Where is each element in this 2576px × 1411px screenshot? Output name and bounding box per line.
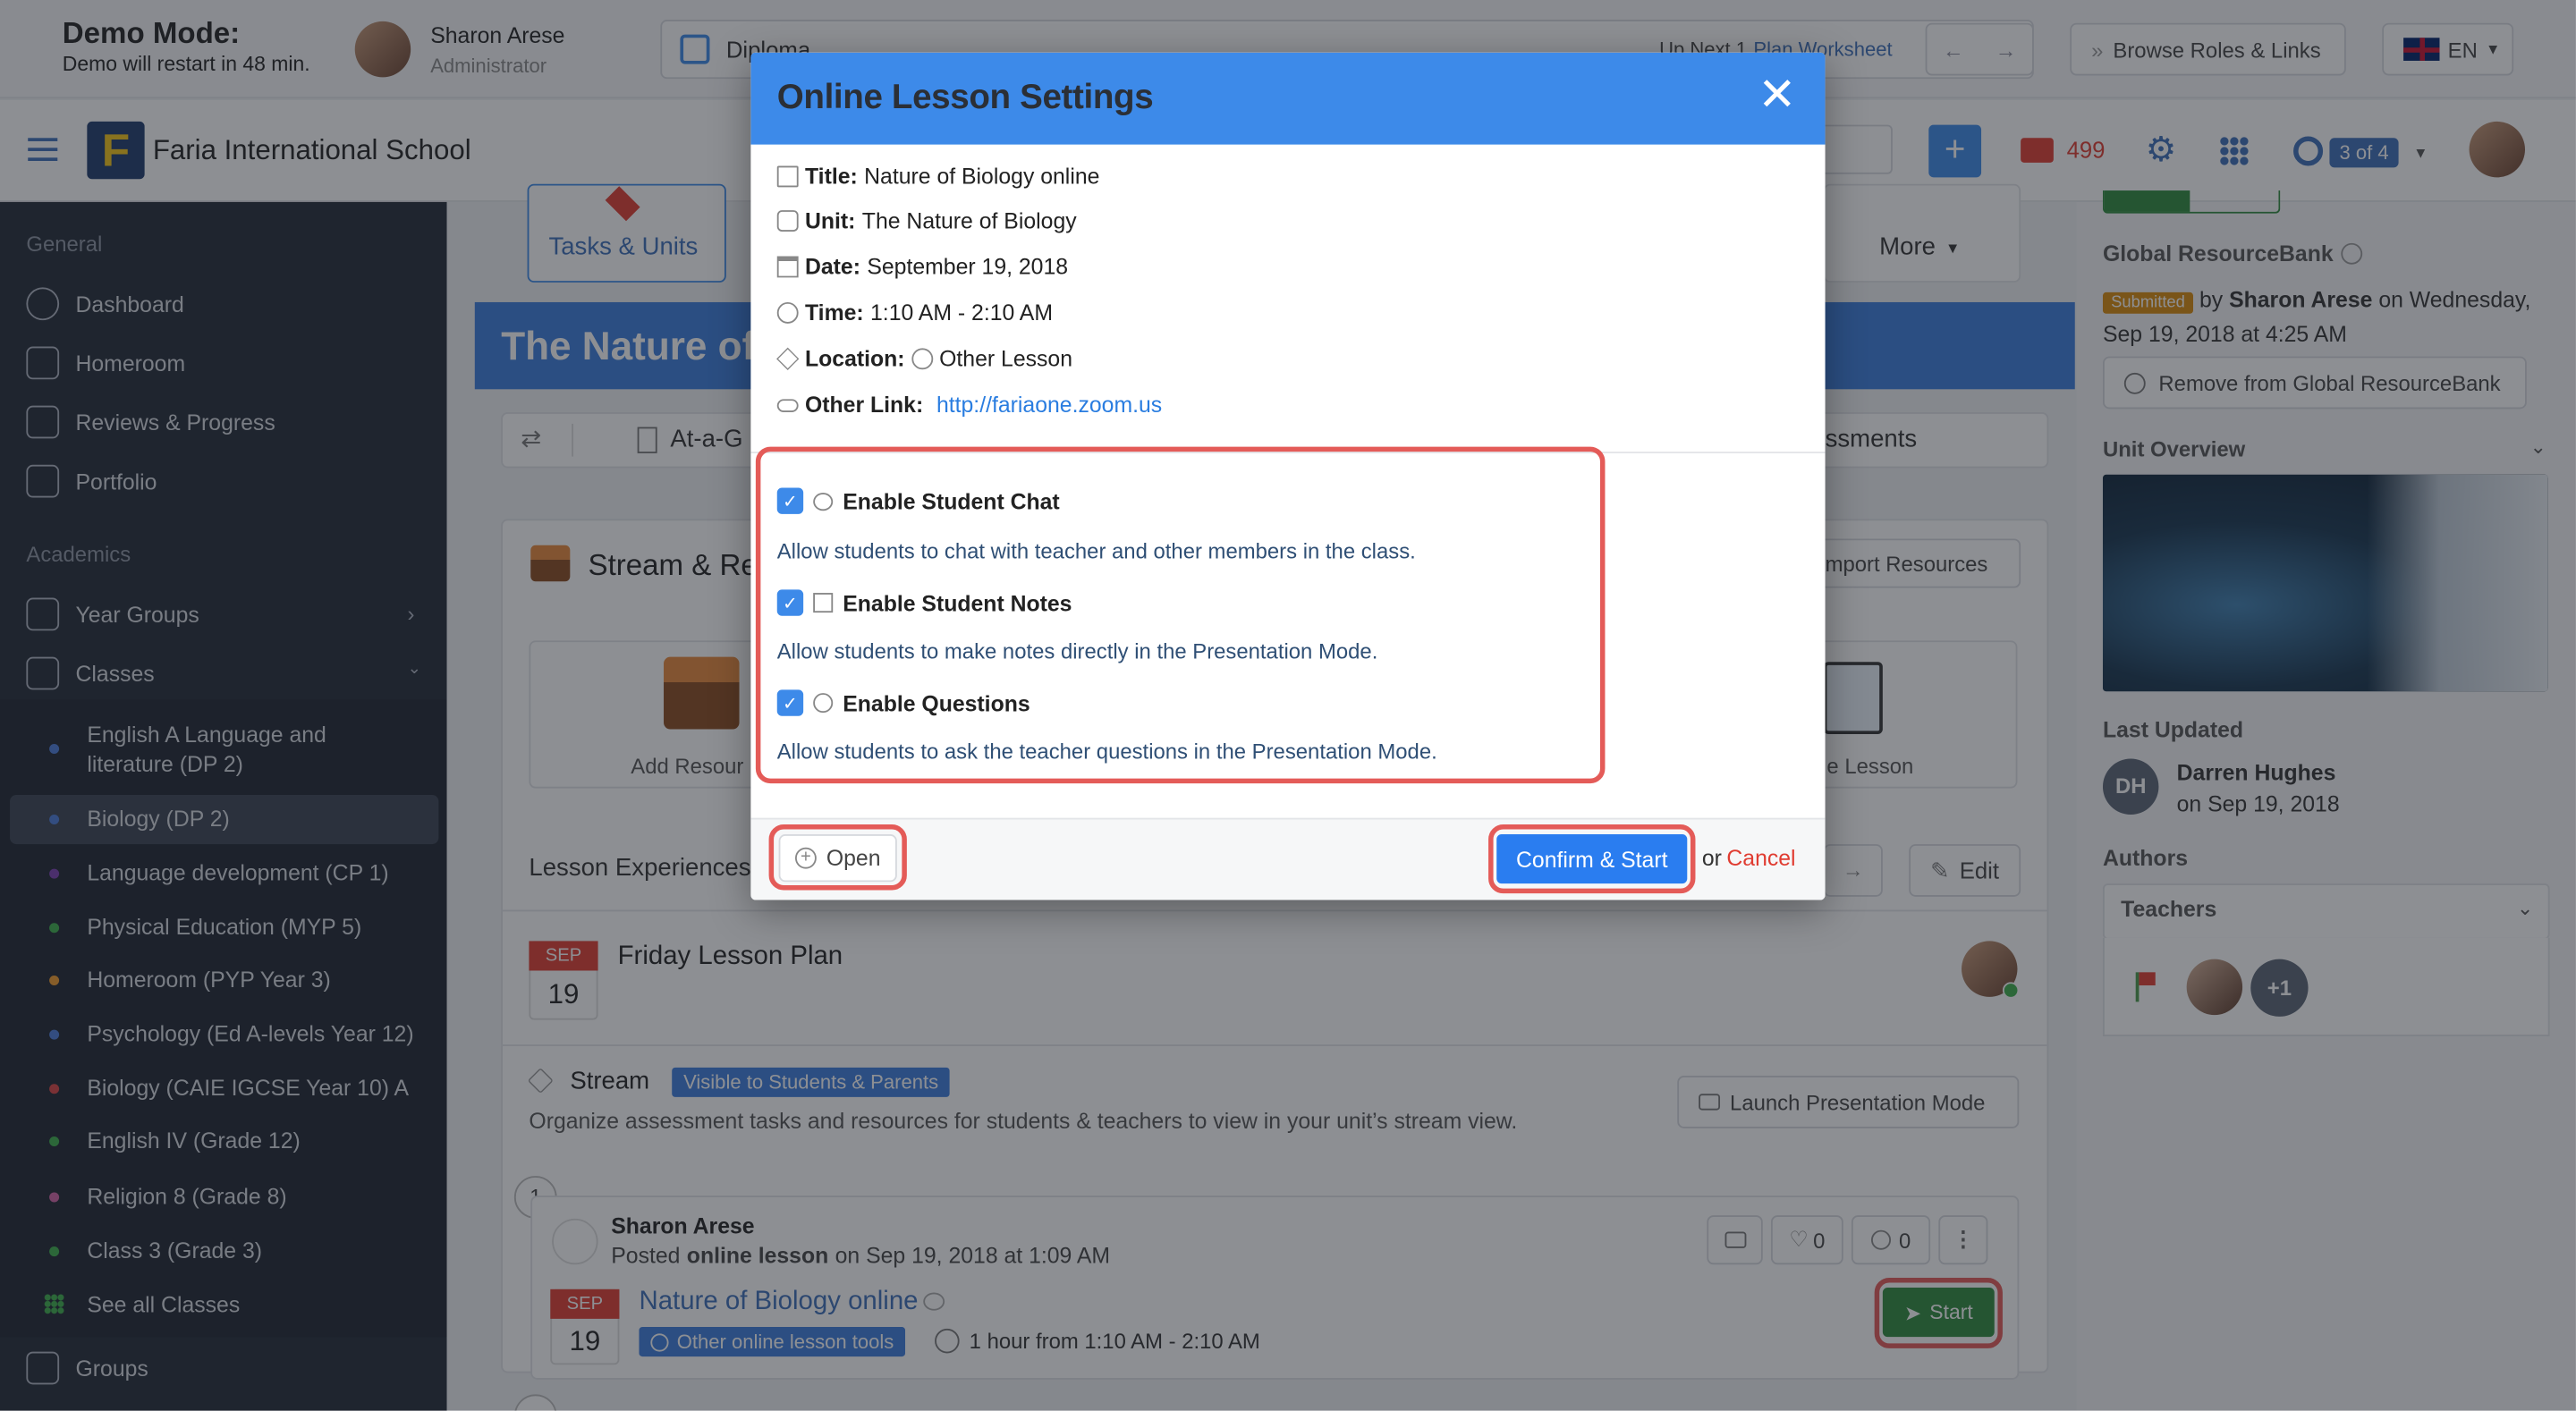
detail-label: Date: [804,254,861,280]
checkbox-checked-icon[interactable]: ✓ [776,487,804,514]
detail-value: Nature of Biology online [864,164,1100,190]
option-label: Enable Student Chat [843,488,1060,513]
detail-date: Date: September 19, 2018 [776,254,1069,280]
plus-circle-icon: + [794,847,817,869]
option-student-chat[interactable]: ✓ Enable Student Chat [776,487,1060,514]
option-label: Enable Questions [843,690,1030,715]
question-icon [813,693,834,714]
puzzle-icon [776,210,799,232]
close-icon[interactable]: ✕ [1758,72,1796,118]
detail-label: Title: [804,164,858,190]
option-description: Allow students to make notes directly in… [776,638,1378,664]
notes-icon [813,593,834,613]
open-label: Open [826,845,881,871]
option-questions[interactable]: ✓ Enable Questions [776,689,1030,716]
checkbox-checked-icon[interactable]: ✓ [776,689,804,716]
confirm-start-button[interactable]: Confirm & Start [1496,834,1688,884]
detail-label: Time: [804,300,864,325]
chat-icon [813,492,834,511]
modal-title: Online Lesson Settings [776,79,1154,117]
checkbox-checked-icon[interactable]: ✓ [776,589,804,616]
link-icon [776,398,799,412]
option-description: Allow students to ask the teacher questi… [776,739,1437,765]
open-button[interactable]: + Open [778,834,897,883]
file-icon [776,165,799,188]
detail-time: Time: 1:10 AM - 2:10 AM [776,300,1054,325]
option-student-notes[interactable]: ✓ Enable Student Notes [776,589,1072,616]
layers-icon [776,347,800,370]
detail-location: Location: Other Lesson [776,346,1072,372]
calendar-icon [776,256,799,278]
option-description: Allow students to chat with teacher and … [776,538,1416,563]
detail-value: September 19, 2018 [867,254,1069,280]
other-link[interactable]: http://fariaone.zoom.us [936,393,1162,418]
clock-icon [776,301,799,324]
detail-label: Location: [804,346,905,372]
online-lesson-settings-modal: Online Lesson Settings ✕ Title: Nature of… [750,52,1826,900]
cancel-link[interactable]: Cancel [1726,846,1795,871]
option-label: Enable Student Notes [843,590,1072,615]
detail-title: Title: Nature of Biology online [776,164,1100,190]
detail-value: The Nature of Biology [861,208,1077,233]
detail-link: Other Link: http://fariaone.zoom.us [776,392,1162,418]
detail-unit: Unit: The Nature of Biology [776,208,1077,233]
detail-value: Other Lesson [939,346,1072,372]
detail-label: Other Link: [804,392,924,418]
question-icon [911,348,933,370]
detail-value: 1:10 AM - 2:10 AM [870,300,1054,325]
detail-label: Unit: [804,208,856,233]
or-text: or [1701,845,1722,871]
